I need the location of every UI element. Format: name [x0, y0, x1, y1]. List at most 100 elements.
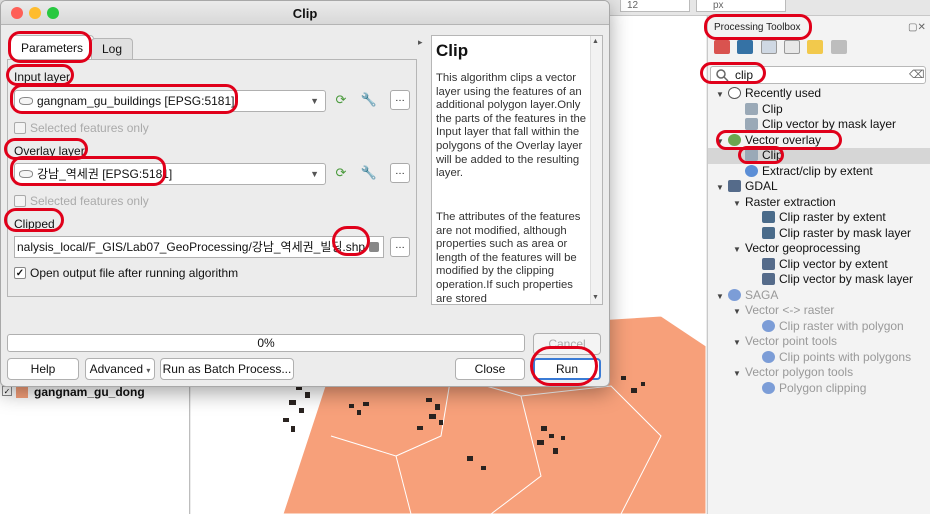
tree-item[interactable]: Clip raster by mask layer: [708, 226, 930, 242]
layer-name[interactable]: gangnam_gu_dong: [34, 385, 145, 399]
tree-item-label: Extract/clip by extent: [762, 163, 873, 178]
help-scrollbar[interactable]: ▲ ▼: [590, 36, 602, 304]
input-selected-only-checkbox[interactable]: [14, 122, 26, 134]
processing-toolbox: Processing Toolbox ▢✕ clip ⌫ ▼ Recently u…: [707, 16, 930, 514]
collapse-help-arrow-icon[interactable]: ▸: [418, 37, 423, 48]
search-input[interactable]: clip: [735, 68, 753, 82]
tree-item[interactable]: Clip: [708, 148, 930, 164]
tree-item[interactable]: ▼ Recently used: [708, 86, 930, 102]
wrench-icon[interactable]: 🔧: [358, 90, 380, 110]
clipped-output-value: nalysis_local/F_GIS/Lab07_GeoProcessing/…: [17, 240, 366, 254]
layer-visibility-checkbox[interactable]: ✓: [2, 386, 12, 396]
tree-item[interactable]: ▼ Vector overlay: [708, 133, 930, 149]
tree-item-label: Clip raster with polygon: [779, 318, 904, 333]
clip-tool-icon: [745, 102, 758, 115]
tree-item-label: Clip vector by mask layer: [779, 272, 914, 286]
input-selected-only-label: Selected features only: [30, 121, 149, 135]
tree-item[interactable]: ▼ Raster extraction: [708, 195, 930, 211]
tab-parameters[interactable]: Parameters: [10, 35, 95, 59]
results-icon[interactable]: [784, 40, 801, 54]
chevron-down-icon: ▼: [310, 169, 319, 179]
expand-arrow-icon[interactable]: ▼: [716, 87, 728, 103]
expand-arrow-icon[interactable]: ▼: [716, 134, 728, 150]
scroll-down-icon[interactable]: ▼: [592, 294, 599, 301]
advanced-button[interactable]: Advanced ▾: [85, 358, 155, 380]
tree-item[interactable]: ▼ Vector <-> raster: [708, 303, 930, 319]
help-paragraph-2: The attributes of the features are not m…: [436, 211, 581, 305]
close-button[interactable]: Close: [455, 358, 525, 380]
expand-arrow-icon[interactable]: ▼: [733, 335, 745, 351]
tree-item-label: Vector <-> raster: [745, 303, 835, 317]
overlay-layer-browse-button[interactable]: …: [390, 163, 410, 183]
dock-close-icon[interactable]: ▢✕: [908, 22, 926, 33]
polygon-layer-icon: [19, 97, 33, 105]
expand-arrow-icon[interactable]: ▼: [733, 242, 745, 258]
tree-item-label: Clip vector by mask layer: [762, 117, 897, 131]
clip-tool-icon: [745, 118, 758, 130]
overlay-layer-combo[interactable]: 강남_역세권 [EPSG:5181] ▼: [14, 163, 326, 185]
iterate-icon[interactable]: ⟳: [330, 163, 352, 183]
models-icon[interactable]: [714, 40, 730, 54]
input-layer-browse-button[interactable]: …: [390, 90, 410, 110]
tree-item[interactable]: ▼ SAGA: [708, 288, 930, 304]
tree-item[interactable]: Clip vector by mask layer: [708, 117, 930, 133]
dialog-titlebar: Clip: [1, 1, 609, 25]
font-size-spinbox[interactable]: 12: [620, 0, 690, 12]
polygon-layer-icon: [19, 170, 33, 178]
wrench-icon[interactable]: 🔧: [358, 163, 380, 183]
history-icon[interactable]: [760, 40, 777, 54]
tree-item[interactable]: ▼ Vector polygon tools: [708, 365, 930, 381]
toolbox-title: Processing Toolbox: [714, 22, 801, 33]
tree-item[interactable]: Clip raster by extent: [708, 210, 930, 226]
expand-arrow-icon[interactable]: ▼: [733, 304, 745, 320]
saga-icon: [728, 288, 741, 301]
tree-item[interactable]: Clip vector by mask layer: [708, 272, 930, 288]
tree-item[interactable]: Extract/clip by extent: [708, 164, 930, 180]
tree-item-label: Raster extraction: [745, 194, 836, 209]
clear-field-icon[interactable]: [369, 242, 379, 252]
help-paragraph-1: This algorithm clips a vector layer usin…: [436, 72, 587, 180]
tree-item[interactable]: Clip points with polygons: [708, 350, 930, 366]
expand-arrow-icon[interactable]: ▼: [716, 289, 728, 305]
clip-tool-icon: [745, 149, 758, 161]
tree-item-label: Clip raster by extent: [779, 210, 886, 224]
expand-arrow-icon[interactable]: ▼: [733, 366, 745, 382]
toolbox-search[interactable]: clip ⌫: [710, 66, 926, 84]
parameters-panel: Input layer gangnam_gu_buildings [EPSG:5…: [7, 59, 417, 297]
chevron-down-icon: ▾: [146, 366, 151, 375]
edit-features-icon[interactable]: [807, 40, 824, 54]
tab-log[interactable]: Log: [91, 38, 134, 59]
overlay-selected-only-checkbox[interactable]: [14, 195, 26, 207]
open-output-label: Open output file after running algorithm: [30, 266, 239, 280]
options-icon[interactable]: [830, 40, 847, 54]
input-layer-combo[interactable]: gangnam_gu_buildings [EPSG:5181] ▼: [14, 90, 326, 112]
scroll-up-icon[interactable]: ▲: [592, 38, 599, 45]
clear-search-icon[interactable]: ⌫: [909, 68, 925, 81]
unit-combo[interactable]: px: [696, 0, 786, 12]
help-button[interactable]: Help: [7, 358, 79, 380]
expand-arrow-icon[interactable]: ▼: [716, 180, 728, 196]
run-button[interactable]: Run: [533, 358, 601, 380]
help-panel: Clip This algorithm clips a vector layer…: [431, 35, 603, 305]
tree-item-label: Vector geoprocessing: [745, 241, 861, 255]
layers-panel: ✓ gangnam_gu_dong: [0, 380, 190, 514]
expand-arrow-icon[interactable]: ▼: [733, 196, 745, 212]
open-output-checkbox[interactable]: ✓: [14, 267, 26, 279]
clipped-browse-button[interactable]: …: [390, 237, 410, 257]
progress-text: 0%: [257, 336, 275, 350]
tree-item[interactable]: ▼ Vector geoprocessing: [708, 241, 930, 257]
tree-item[interactable]: Clip vector by extent: [708, 257, 930, 273]
tree-item[interactable]: Clip raster with polygon: [708, 319, 930, 335]
iterate-icon[interactable]: ⟳: [330, 90, 352, 110]
tree-item[interactable]: ▼ Vector point tools: [708, 334, 930, 350]
run-batch-button[interactable]: Run as Batch Process...: [160, 358, 294, 380]
clipped-output-field[interactable]: nalysis_local/F_GIS/Lab07_GeoProcessing/…: [14, 236, 384, 258]
tree-item[interactable]: Polygon clipping: [708, 381, 930, 397]
tree-item[interactable]: ▼ GDAL: [708, 179, 930, 195]
cancel-button[interactable]: Cancel: [533, 333, 601, 355]
chevron-down-icon: ▼: [310, 96, 319, 106]
tree-item-label: GDAL: [745, 179, 778, 193]
clip-dialog: Clip Parameters Log ▸ Input layer gangna…: [0, 0, 610, 387]
tree-item[interactable]: Clip: [708, 102, 930, 118]
python-icon[interactable]: [737, 40, 754, 54]
